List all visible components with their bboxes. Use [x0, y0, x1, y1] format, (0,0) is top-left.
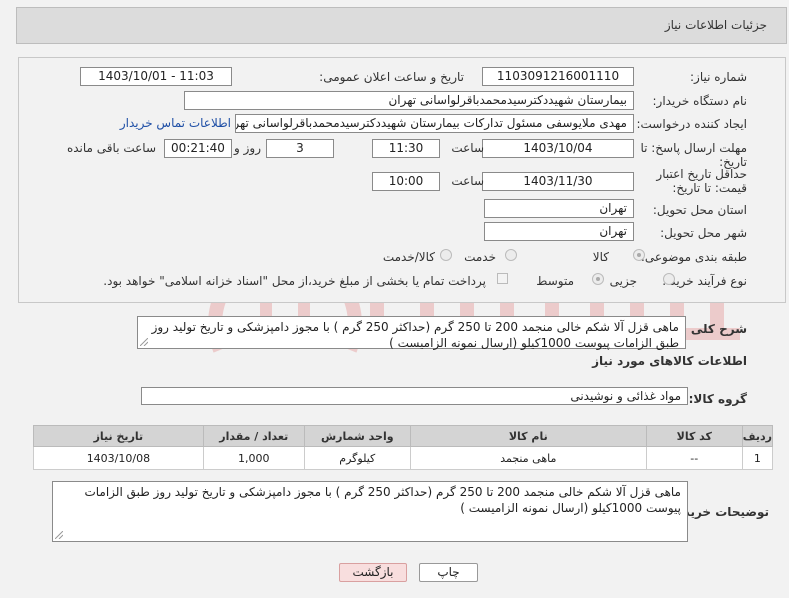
- city-label: شهر محل تحویل:: [660, 226, 747, 240]
- goods-group-label: گروه کالا:: [688, 392, 747, 406]
- cell-quantity: 1,000: [202, 446, 305, 470]
- validity-date-field[interactable]: 1403/11/30: [482, 172, 634, 191]
- process-option-medium: متوسط: [536, 274, 574, 288]
- process-radio-medium[interactable]: [592, 273, 604, 285]
- validity-time-label: ساعت: [451, 174, 484, 188]
- cell-need-date: 1403/10/08: [33, 446, 204, 470]
- creator-label: ایجاد کننده درخواست:: [636, 117, 747, 131]
- city-field[interactable]: تهران: [484, 222, 634, 241]
- category-radio-goods[interactable]: [633, 249, 645, 261]
- reply-date-field[interactable]: 1403/10/04: [482, 139, 634, 158]
- validity-time-field[interactable]: 10:00: [372, 172, 440, 191]
- process-label: نوع فرآیند خرید :: [662, 274, 747, 288]
- treasury-payment-note: پرداخت تمام یا بخشی از مبلغ خرید،از محل …: [103, 274, 486, 288]
- reply-time-field[interactable]: 11:30: [372, 139, 440, 158]
- announce-label: تاریخ و ساعت اعلان عمومی:: [319, 70, 464, 84]
- goods-group-field[interactable]: مواد غذائی و نوشیدنی: [141, 387, 688, 405]
- validity-label: حداقل تاریخ اعتبار قیمت: تا تاریخ:: [656, 167, 747, 195]
- province-field[interactable]: تهران: [484, 199, 634, 218]
- category-label: طبقه بندی موضوعی:: [640, 250, 747, 264]
- category-option-goods: کالا: [592, 250, 609, 264]
- resize-grip-icon[interactable]: [140, 338, 148, 346]
- page-header: جزئیات اطلاعات نیاز: [16, 7, 787, 44]
- goods-table: ردیف کد کالا نام کالا واحد شمارش تعداد /…: [33, 425, 774, 470]
- description-text: ماهی قزل آلا شکم خالی منجمد 200 تا 250 گ…: [151, 320, 679, 350]
- days-count-field[interactable]: 3: [266, 139, 334, 158]
- resize-grip-icon[interactable]: [55, 531, 63, 539]
- days-label: روز و: [234, 141, 261, 155]
- buyer-notes-textarea[interactable]: ماهی قزل آلا شکم خالی منجمد 200 تا 250 گ…: [52, 481, 688, 542]
- province-label: استان محل تحویل:: [652, 203, 747, 217]
- buyer-org-label: نام دستگاه خریدار:: [652, 94, 748, 108]
- goods-section-title: اطلاعات کالاهای مورد نیاز: [592, 354, 747, 368]
- cell-row: 1: [741, 446, 774, 470]
- col-row: ردیف: [741, 425, 774, 447]
- category-radio-service[interactable]: [505, 249, 517, 261]
- remaining-time-field[interactable]: 00:21:40: [164, 139, 232, 158]
- process-radio-minor[interactable]: [663, 273, 675, 285]
- col-need-date: تاریخ نیاز: [33, 425, 204, 447]
- buyer-contact-link[interactable]: اطلاعات تماس خریدار: [120, 116, 231, 130]
- buyer-notes-text: ماهی قزل آلا شکم خالی منجمد 200 تا 250 گ…: [84, 485, 681, 515]
- cell-name: ماهی منجمد: [409, 446, 647, 470]
- cell-unit: کیلوگرم: [303, 446, 411, 470]
- reply-time-label: ساعت: [451, 141, 484, 155]
- buyer-org-field[interactable]: بیمارستان شهیددکترسیدمحمدباقرلواسانی تهر…: [184, 91, 634, 110]
- cell-code: --: [645, 446, 743, 470]
- page-title: جزئیات اطلاعات نیاز: [664, 18, 767, 32]
- reply-deadline-label: مهلت ارسال پاسخ: تا تاریخ:: [640, 141, 747, 169]
- category-option-service: خدمت: [464, 250, 496, 264]
- col-code: کد کالا: [645, 425, 743, 447]
- creator-field[interactable]: مهدی ملایوسفی مسئول تدارکات بیمارستان شه…: [235, 114, 634, 133]
- category-radio-both[interactable]: [440, 249, 452, 261]
- col-name: نام کالا: [409, 425, 647, 447]
- announce-field[interactable]: 1403/10/01 - 11:03: [80, 67, 232, 86]
- back-button[interactable]: بازگشت: [339, 563, 407, 582]
- treasury-payment-checkbox[interactable]: [497, 273, 508, 284]
- col-quantity: تعداد / مقدار: [202, 425, 305, 447]
- col-unit: واحد شمارش: [303, 425, 411, 447]
- remaining-label: ساعت باقی مانده: [66, 141, 156, 155]
- category-option-both: کالا/خدمت: [382, 250, 435, 264]
- print-button[interactable]: چاپ: [419, 563, 478, 582]
- description-textarea[interactable]: ماهی قزل آلا شکم خالی منجمد 200 تا 250 گ…: [137, 316, 686, 350]
- need-number-field[interactable]: 1103091216001110: [482, 67, 634, 86]
- table-row[interactable]: 1 -- ماهی منجمد کیلوگرم 1,000 1403/10/08: [33, 446, 774, 470]
- process-option-minor: جزیی: [609, 274, 637, 288]
- table-header-row: ردیف کد کالا نام کالا واحد شمارش تعداد /…: [33, 425, 774, 447]
- need-number-label: شماره نیاز:: [690, 70, 747, 84]
